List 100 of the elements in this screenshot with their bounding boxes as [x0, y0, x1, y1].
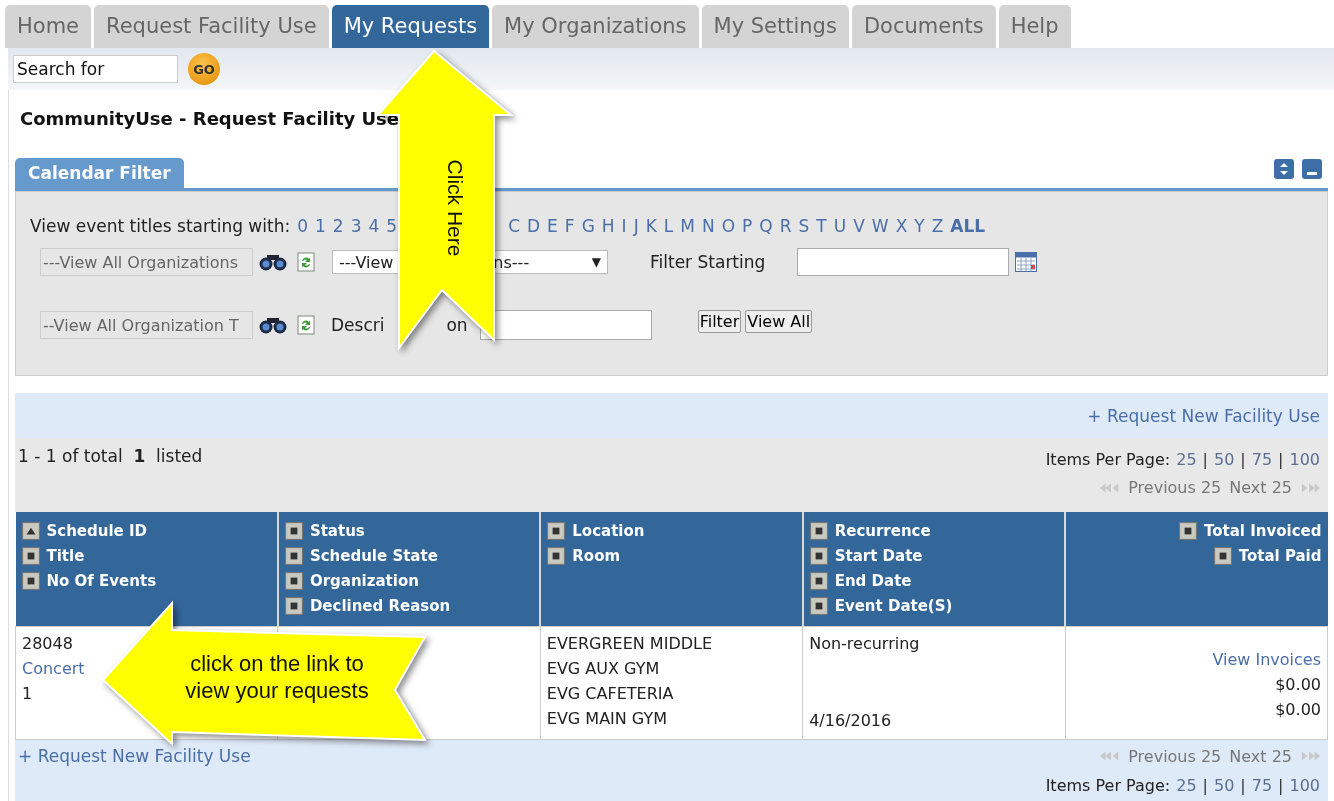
- nav-tab[interactable]: Help: [998, 5, 1071, 48]
- binoculars-icon[interactable]: [258, 253, 288, 271]
- letter-link[interactable]: J: [633, 216, 639, 236]
- filter-button[interactable]: View All: [745, 310, 813, 333]
- search-field[interactable]: Search for: [13, 55, 178, 83]
- sort-icon[interactable]: [809, 596, 828, 615]
- sort-icon[interactable]: [809, 521, 828, 540]
- sort-icon[interactable]: [21, 571, 40, 590]
- request-new-link[interactable]: + Request New Facility Use: [1087, 405, 1320, 426]
- go-button[interactable]: GO: [188, 53, 220, 85]
- cell-link[interactable]: Concert: [22, 658, 85, 679]
- column-label[interactable]: Total Paid: [1238, 546, 1322, 565]
- letter-link[interactable]: M: [680, 216, 695, 236]
- letter-link[interactable]: 3: [350, 216, 362, 236]
- calendar-filter-tab[interactable]: Calendar Filter: [15, 158, 184, 188]
- letter-link[interactable]: S: [798, 216, 810, 236]
- nav-tab[interactable]: My Requests: [331, 5, 490, 48]
- page-size-link[interactable]: 100: [1289, 450, 1320, 469]
- column-label[interactable]: Organization: [309, 571, 419, 590]
- column-label[interactable]: Status: [309, 521, 365, 540]
- column-label[interactable]: Room: [572, 546, 621, 565]
- description-field[interactable]: [479, 310, 652, 340]
- letter-link[interactable]: E: [547, 216, 558, 236]
- sort-icon[interactable]: [21, 546, 40, 565]
- sort-icon[interactable]: [1213, 546, 1232, 565]
- sort-icon[interactable]: [284, 571, 303, 590]
- letter-link[interactable]: Y: [914, 216, 925, 236]
- column-label[interactable]: Declined Reason: [309, 596, 451, 615]
- letter-link[interactable]: 4: [368, 216, 380, 236]
- filter-button[interactable]: Filter: [697, 310, 742, 333]
- letter-link[interactable]: K: [645, 216, 657, 236]
- letter-link[interactable]: 2: [332, 216, 344, 236]
- next-link[interactable]: Next 25: [1229, 478, 1292, 497]
- expand-icon[interactable]: [1274, 159, 1294, 179]
- letter-link[interactable]: 1: [315, 216, 326, 236]
- column-label[interactable]: Recurrence: [834, 521, 931, 540]
- refresh-icon[interactable]: [297, 315, 315, 335]
- letter-link[interactable]: Z: [931, 216, 944, 236]
- page-size-link[interactable]: 75: [1251, 776, 1273, 795]
- letter-link[interactable]: 5: [386, 216, 398, 236]
- binoculars-icon[interactable]: [258, 316, 288, 334]
- column-label[interactable]: Schedule ID: [46, 521, 148, 540]
- column-label[interactable]: No Of Events: [46, 571, 157, 590]
- start-date-field[interactable]: [797, 248, 1010, 276]
- organization-type-field[interactable]: --View All Organization T: [40, 311, 253, 339]
- sort-icon[interactable]: [284, 546, 303, 565]
- calendar-icon[interactable]: [1015, 252, 1038, 272]
- nav-tab[interactable]: Request Facility Use: [94, 5, 329, 48]
- sort-icon[interactable]: [809, 546, 828, 565]
- letter-link[interactable]: D: [527, 216, 541, 236]
- letter-link[interactable]: I: [621, 216, 627, 236]
- request-new-link[interactable]: + Request New Facility Use: [18, 746, 251, 766]
- nav-tab[interactable]: My Organizations: [492, 5, 699, 48]
- sort-icon[interactable]: [547, 546, 566, 565]
- minimize-icon[interactable]: [1302, 159, 1322, 179]
- cell-link[interactable]: View Invoices: [1212, 649, 1321, 670]
- letter-link[interactable]: T: [816, 216, 827, 236]
- letter-link[interactable]: Q: [759, 216, 773, 236]
- letter-link[interactable]: R: [779, 216, 792, 236]
- letter-link[interactable]: G: [581, 216, 595, 236]
- letter-link[interactable]: H: [601, 216, 615, 236]
- page-size-link[interactable]: 50: [1213, 776, 1235, 795]
- next-link[interactable]: Next 25: [1229, 746, 1292, 766]
- page-size-link[interactable]: 25: [1176, 776, 1197, 795]
- column-label[interactable]: Start Date: [834, 546, 923, 565]
- letter-link[interactable]: 0: [297, 216, 308, 236]
- column-label[interactable]: End Date: [834, 571, 912, 590]
- letter-link[interactable]: U: [833, 216, 847, 236]
- letter-link[interactable]: W: [871, 216, 889, 236]
- letter-link[interactable]: V: [853, 216, 865, 236]
- sort-icon[interactable]: [284, 596, 303, 615]
- sort-icon[interactable]: [1179, 521, 1197, 540]
- sort-ascending-icon[interactable]: [21, 521, 40, 540]
- organization-field[interactable]: ---View All Organizations: [40, 248, 253, 276]
- letter-link[interactable]: L: [663, 216, 674, 236]
- letter-link[interactable]: O: [721, 216, 736, 236]
- column-label[interactable]: Schedule State: [309, 546, 438, 565]
- sort-icon[interactable]: [809, 571, 828, 590]
- letter-link[interactable]: N: [701, 216, 715, 236]
- letter-link[interactable]: F: [564, 216, 575, 236]
- column-label[interactable]: Location: [572, 521, 645, 540]
- column-label[interactable]: Title: [46, 546, 85, 565]
- letter-link[interactable]: X: [895, 216, 908, 236]
- previous-link[interactable]: Previous 25: [1128, 478, 1222, 497]
- page-size-link[interactable]: 75: [1251, 450, 1273, 469]
- page-size-link[interactable]: 25: [1176, 450, 1197, 469]
- letter-link[interactable]: C: [508, 216, 520, 236]
- column-label[interactable]: Event Date(S): [834, 596, 953, 615]
- refresh-icon[interactable]: [297, 252, 315, 272]
- column-label[interactable]: Total Invoiced: [1204, 521, 1322, 540]
- nav-tab[interactable]: Home: [5, 5, 91, 48]
- sort-icon[interactable]: [284, 521, 303, 540]
- page-size-link[interactable]: 100: [1289, 776, 1320, 795]
- page-size-link[interactable]: 50: [1213, 450, 1235, 469]
- letter-link[interactable]: P: [742, 216, 753, 236]
- previous-link[interactable]: Previous 25: [1128, 746, 1222, 766]
- all-link[interactable]: ALL: [950, 216, 986, 236]
- nav-tab[interactable]: My Settings: [701, 5, 849, 48]
- sort-icon[interactable]: [547, 521, 566, 540]
- nav-tab[interactable]: Documents: [851, 5, 996, 48]
